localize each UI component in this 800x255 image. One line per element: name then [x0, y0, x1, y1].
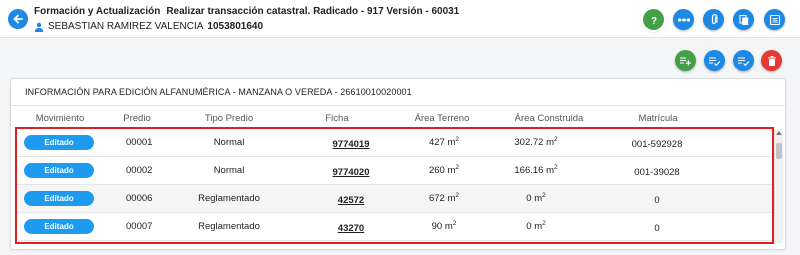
user-name: SEBASTIAN RAMIREZ VALENCIA — [48, 21, 204, 32]
matricula-cell: 001-39028 — [634, 167, 680, 178]
movement-button[interactable]: Editado — [24, 191, 94, 206]
movement-button[interactable]: Editado — [24, 219, 94, 234]
table-row[interactable]: Editado 00006 Reglamentado 42572 672 m2 … — [17, 185, 772, 213]
column-header-movimiento[interactable]: Movimiento — [36, 113, 85, 124]
column-header-tipo-predio[interactable]: Tipo Predio — [205, 113, 253, 124]
person-icon — [34, 22, 44, 32]
checklist-icon — [709, 57, 721, 66]
page-header: Formación y Actualización Realizar transa… — [0, 0, 800, 38]
panel-title: INFORMACIÓN PARA EDICIÓN ALFANUMÉRICA - … — [25, 87, 412, 97]
predio-cell: 00001 — [126, 137, 153, 148]
area-construida-cell: 302.72 m2 — [514, 136, 558, 149]
list-icon — [769, 14, 780, 25]
breadcrumb-task: Realizar transacción catastral. Radicado… — [166, 6, 460, 17]
add-record-button[interactable] — [675, 50, 696, 71]
area-terreno-cell: 427 m2 — [428, 136, 460, 149]
table-row[interactable]: Editado 00002 Normal 9774020 260 m2 166.… — [17, 157, 772, 185]
documents-button[interactable] — [733, 9, 754, 30]
predio-cell: 00002 — [126, 165, 153, 176]
table-row[interactable]: Editado 00001 Normal 9774019 427 m2 302.… — [17, 129, 772, 157]
matricula-cell: 001-592928 — [631, 139, 683, 150]
table-scrollbar[interactable] — [774, 129, 783, 243]
breadcrumb-module: Formación y Actualización — [34, 6, 161, 17]
back-button[interactable] — [8, 9, 28, 29]
arrow-left-icon — [13, 14, 23, 24]
user-id: 1053801640 — [207, 21, 264, 32]
add-list-icon — [680, 57, 691, 65]
panel-divider — [11, 105, 785, 106]
ficha-link[interactable]: 9774020 — [333, 167, 370, 178]
predio-cell: 00007 — [126, 221, 153, 232]
ficha-link[interactable]: 9774019 — [333, 139, 370, 150]
tipo-predio-cell: Reglamentado — [198, 193, 260, 204]
table-row[interactable]: Editado 00007 Reglamentado 43270 90 m2 0… — [17, 213, 772, 241]
tipo-predio-cell: Normal — [213, 165, 245, 176]
column-header-area-construida[interactable]: Área Construida — [515, 113, 584, 124]
area-construida-cell: 0 m2 — [526, 192, 546, 205]
area-terreno-cell: 260 m2 — [428, 164, 460, 177]
column-header-predio[interactable]: Predio — [123, 113, 150, 124]
area-construida-cell: 166.16 m2 — [514, 164, 558, 177]
checklist-icon — [738, 57, 750, 66]
validate-button[interactable] — [704, 50, 725, 71]
approve-button[interactable] — [733, 50, 754, 71]
tipo-predio-cell: Reglamentado — [198, 221, 260, 232]
edit-panel: INFORMACIÓN PARA EDICIÓN ALFANUMÉRICA - … — [10, 78, 786, 250]
delete-button[interactable] — [761, 50, 782, 71]
area-terreno-cell: 672 m2 — [428, 192, 460, 205]
svg-text:?: ? — [650, 16, 656, 26]
matricula-cell: 0 — [654, 195, 660, 206]
ficha-link[interactable]: 42572 — [338, 195, 364, 206]
help-button[interactable]: ? — [643, 9, 664, 30]
predios-table: Editado 00001 Normal 9774019 427 m2 302.… — [15, 127, 774, 244]
movement-button[interactable]: Editado — [24, 163, 94, 178]
breadcrumb: Formación y Actualización Realizar transa… — [34, 6, 459, 17]
attachment-icon — [711, 13, 717, 24]
area-terreno-cell: 90 m2 — [431, 220, 457, 233]
column-header-ficha[interactable]: Ficha — [325, 113, 348, 124]
predio-cell: 00006 — [126, 193, 153, 204]
ficha-link[interactable]: 43270 — [338, 223, 364, 234]
column-header-area-terreno[interactable]: Área Terreno — [415, 113, 470, 124]
help-icon: ? — [650, 16, 656, 26]
more-options-button[interactable] — [673, 9, 694, 30]
more-dots-icon — [677, 17, 690, 22]
movement-button[interactable]: Editado — [24, 135, 94, 150]
area-construida-cell: 0 m2 — [526, 220, 546, 233]
delete-icon — [767, 55, 776, 66]
column-header-matricula[interactable]: Matrícula — [638, 113, 677, 124]
documents-icon — [738, 14, 748, 25]
scroll-thumb[interactable] — [776, 143, 782, 159]
tipo-predio-cell: Normal — [213, 137, 245, 148]
matricula-cell: 0 — [654, 223, 660, 234]
list-button[interactable] — [764, 9, 785, 30]
scroll-up-arrow-icon[interactable] — [776, 131, 782, 135]
user-info: SEBASTIAN RAMIREZ VALENCIA 1053801640 — [34, 21, 263, 32]
attachment-button[interactable] — [703, 9, 724, 30]
